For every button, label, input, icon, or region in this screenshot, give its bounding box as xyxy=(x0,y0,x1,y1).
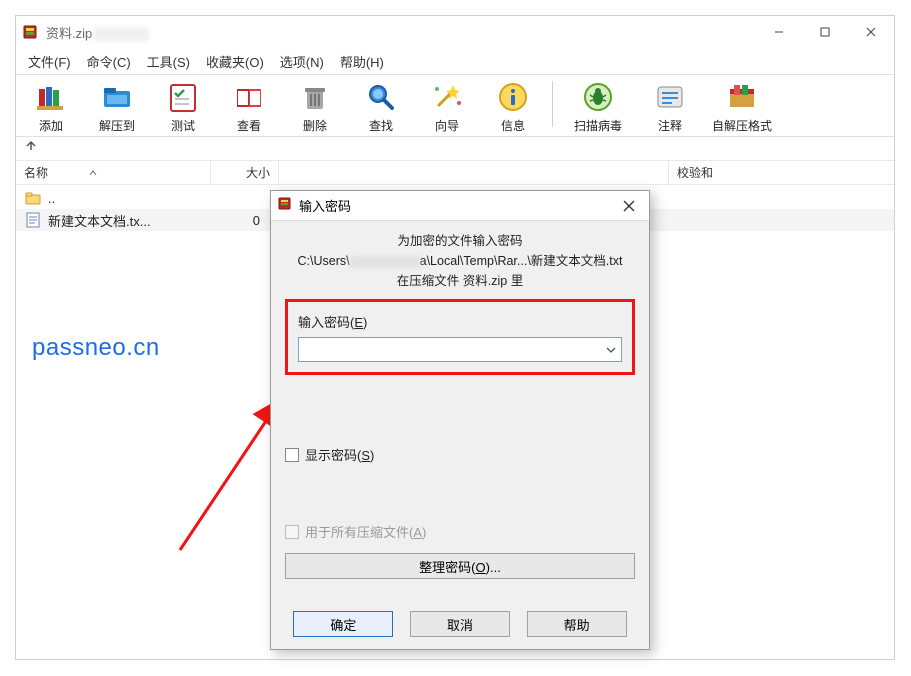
header-size[interactable]: 大小 xyxy=(211,161,279,184)
dialog-title-bar[interactable]: 输入密码 xyxy=(271,191,649,221)
column-headers: 名称 大小 校验和 xyxy=(16,161,894,185)
bug-icon xyxy=(580,79,616,115)
magnifier-icon xyxy=(363,79,399,115)
password-label: 输入密码(E) xyxy=(298,312,622,331)
winrar-app-icon xyxy=(22,23,40,41)
winrar-small-icon xyxy=(277,195,293,216)
password-dialog: 输入密码 为加密的文件输入密码 C:\Users\a\Local\Temp\Ra… xyxy=(270,190,650,650)
password-input[interactable] xyxy=(298,337,622,362)
header-name[interactable]: 名称 xyxy=(16,161,211,184)
password-combobox[interactable] xyxy=(298,337,622,362)
toolbar-find[interactable]: 查找 xyxy=(352,79,410,134)
help-button[interactable]: 帮助 xyxy=(527,611,627,637)
minimize-button[interactable] xyxy=(756,16,802,48)
trash-icon xyxy=(297,79,333,115)
menu-tools[interactable]: 工具(S) xyxy=(139,50,198,73)
show-password-checkbox[interactable]: 显示密码(S) xyxy=(285,445,635,464)
highlight-box: 输入密码(E) xyxy=(285,299,635,375)
maximize-button[interactable] xyxy=(802,16,848,48)
sort-caret-icon xyxy=(88,168,98,178)
toolbar-extract-to[interactable]: 解压到 xyxy=(88,79,146,134)
cancel-button[interactable]: 取消 xyxy=(410,611,510,637)
organize-passwords-button[interactable]: 整理密码(O)... xyxy=(285,553,635,579)
chevron-down-icon[interactable] xyxy=(601,338,621,361)
menu-help[interactable]: 帮助(H) xyxy=(332,50,392,73)
toolbar-separator xyxy=(552,81,553,127)
menu-command[interactable]: 命令(C) xyxy=(79,50,139,73)
close-button[interactable] xyxy=(848,16,894,48)
header-spacer xyxy=(279,161,669,184)
books-stack-icon xyxy=(33,79,69,115)
nav-row xyxy=(16,137,894,161)
toolbar-sfx[interactable]: 自解压格式 xyxy=(707,79,777,134)
title-bar[interactable]: 资料.zip xyxy=(16,16,894,48)
menu-options[interactable]: 选项(N) xyxy=(272,50,332,73)
toolbar-virus-scan[interactable]: 扫描病毒 xyxy=(563,79,633,134)
ok-button[interactable]: 确定 xyxy=(293,611,393,637)
folder-up-icon xyxy=(24,189,42,207)
wand-icon xyxy=(429,79,465,115)
toolbar: 添加 解压到 测试 查看 删除 xyxy=(16,74,894,137)
use-for-all-checkbox: 用于所有压缩文件(A) xyxy=(285,522,635,541)
toolbar-comment[interactable]: 注释 xyxy=(641,79,699,134)
window-title: 资料.zip xyxy=(46,23,756,42)
folder-open-icon xyxy=(99,79,135,115)
dialog-title: 输入密码 xyxy=(299,196,609,215)
toolbar-info[interactable]: 信息 xyxy=(484,79,542,134)
book-open-icon xyxy=(231,79,267,115)
header-checksum[interactable]: 校验和 xyxy=(669,161,894,184)
sfx-archive-icon xyxy=(724,79,760,115)
dialog-message: 为加密的文件输入密码 C:\Users\a\Local\Temp\Rar...\… xyxy=(285,231,635,291)
info-icon xyxy=(495,79,531,115)
note-lines-icon xyxy=(652,79,688,115)
toolbar-delete[interactable]: 删除 xyxy=(286,79,344,134)
toolbar-wizard[interactable]: 向导 xyxy=(418,79,476,134)
menu-favorites[interactable]: 收藏夹(O) xyxy=(198,50,272,73)
watermark-text: passneo.cn xyxy=(32,334,160,362)
toolbar-add[interactable]: 添加 xyxy=(22,79,80,134)
checkbox-box xyxy=(285,525,299,539)
toolbar-test[interactable]: 测试 xyxy=(154,79,212,134)
checklist-icon xyxy=(165,79,201,115)
up-arrow-icon[interactable] xyxy=(24,139,38,158)
toolbar-view[interactable]: 查看 xyxy=(220,79,278,134)
menu-file[interactable]: 文件(F) xyxy=(20,50,79,73)
text-file-icon xyxy=(24,211,42,229)
dialog-close-button[interactable] xyxy=(609,191,649,221)
menu-bar: 文件(F) 命令(C) 工具(S) 收藏夹(O) 选项(N) 帮助(H) xyxy=(16,48,894,74)
checkbox-box xyxy=(285,448,299,462)
